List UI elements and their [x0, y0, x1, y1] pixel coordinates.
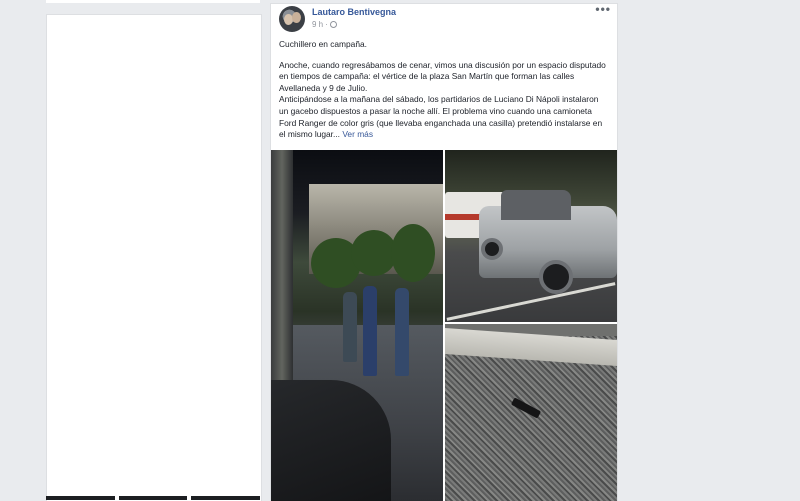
post-title: Cuchillero en campaña.	[279, 39, 367, 49]
post-timestamp[interactable]: 9 h	[312, 20, 323, 29]
photo-street-night[interactable]	[271, 150, 443, 501]
left-thumbnail-strip	[46, 496, 261, 500]
post-text: Cuchillero en campaña. Anoche, cuando re…	[271, 39, 617, 141]
left-sidebar-card	[46, 14, 262, 501]
photo-knife-on-pavement[interactable]	[445, 324, 617, 501]
feed-post: Lautaro Bentivegna 9 h · ••• Cuchillero …	[270, 3, 618, 501]
top-card-edge	[46, 0, 260, 3]
post-header: Lautaro Bentivegna 9 h · •••	[271, 4, 617, 36]
more-options-icon[interactable]: •••	[595, 4, 611, 16]
globe-icon[interactable]	[329, 21, 337, 28]
photo-grid	[271, 150, 617, 501]
photo-pickup-truck[interactable]	[445, 150, 617, 322]
author-avatar[interactable]	[279, 6, 305, 32]
post-meta: 9 h ·	[312, 20, 337, 29]
author-name-link[interactable]: Lautaro Bentivegna	[312, 7, 396, 17]
see-more-link[interactable]: Ver más	[342, 129, 373, 139]
post-paragraph-1: Anoche, cuando regresábamos de cenar, vi…	[279, 59, 606, 93]
post-paragraph-2: Anticipándose a la mañana del sábado, lo…	[279, 94, 603, 140]
